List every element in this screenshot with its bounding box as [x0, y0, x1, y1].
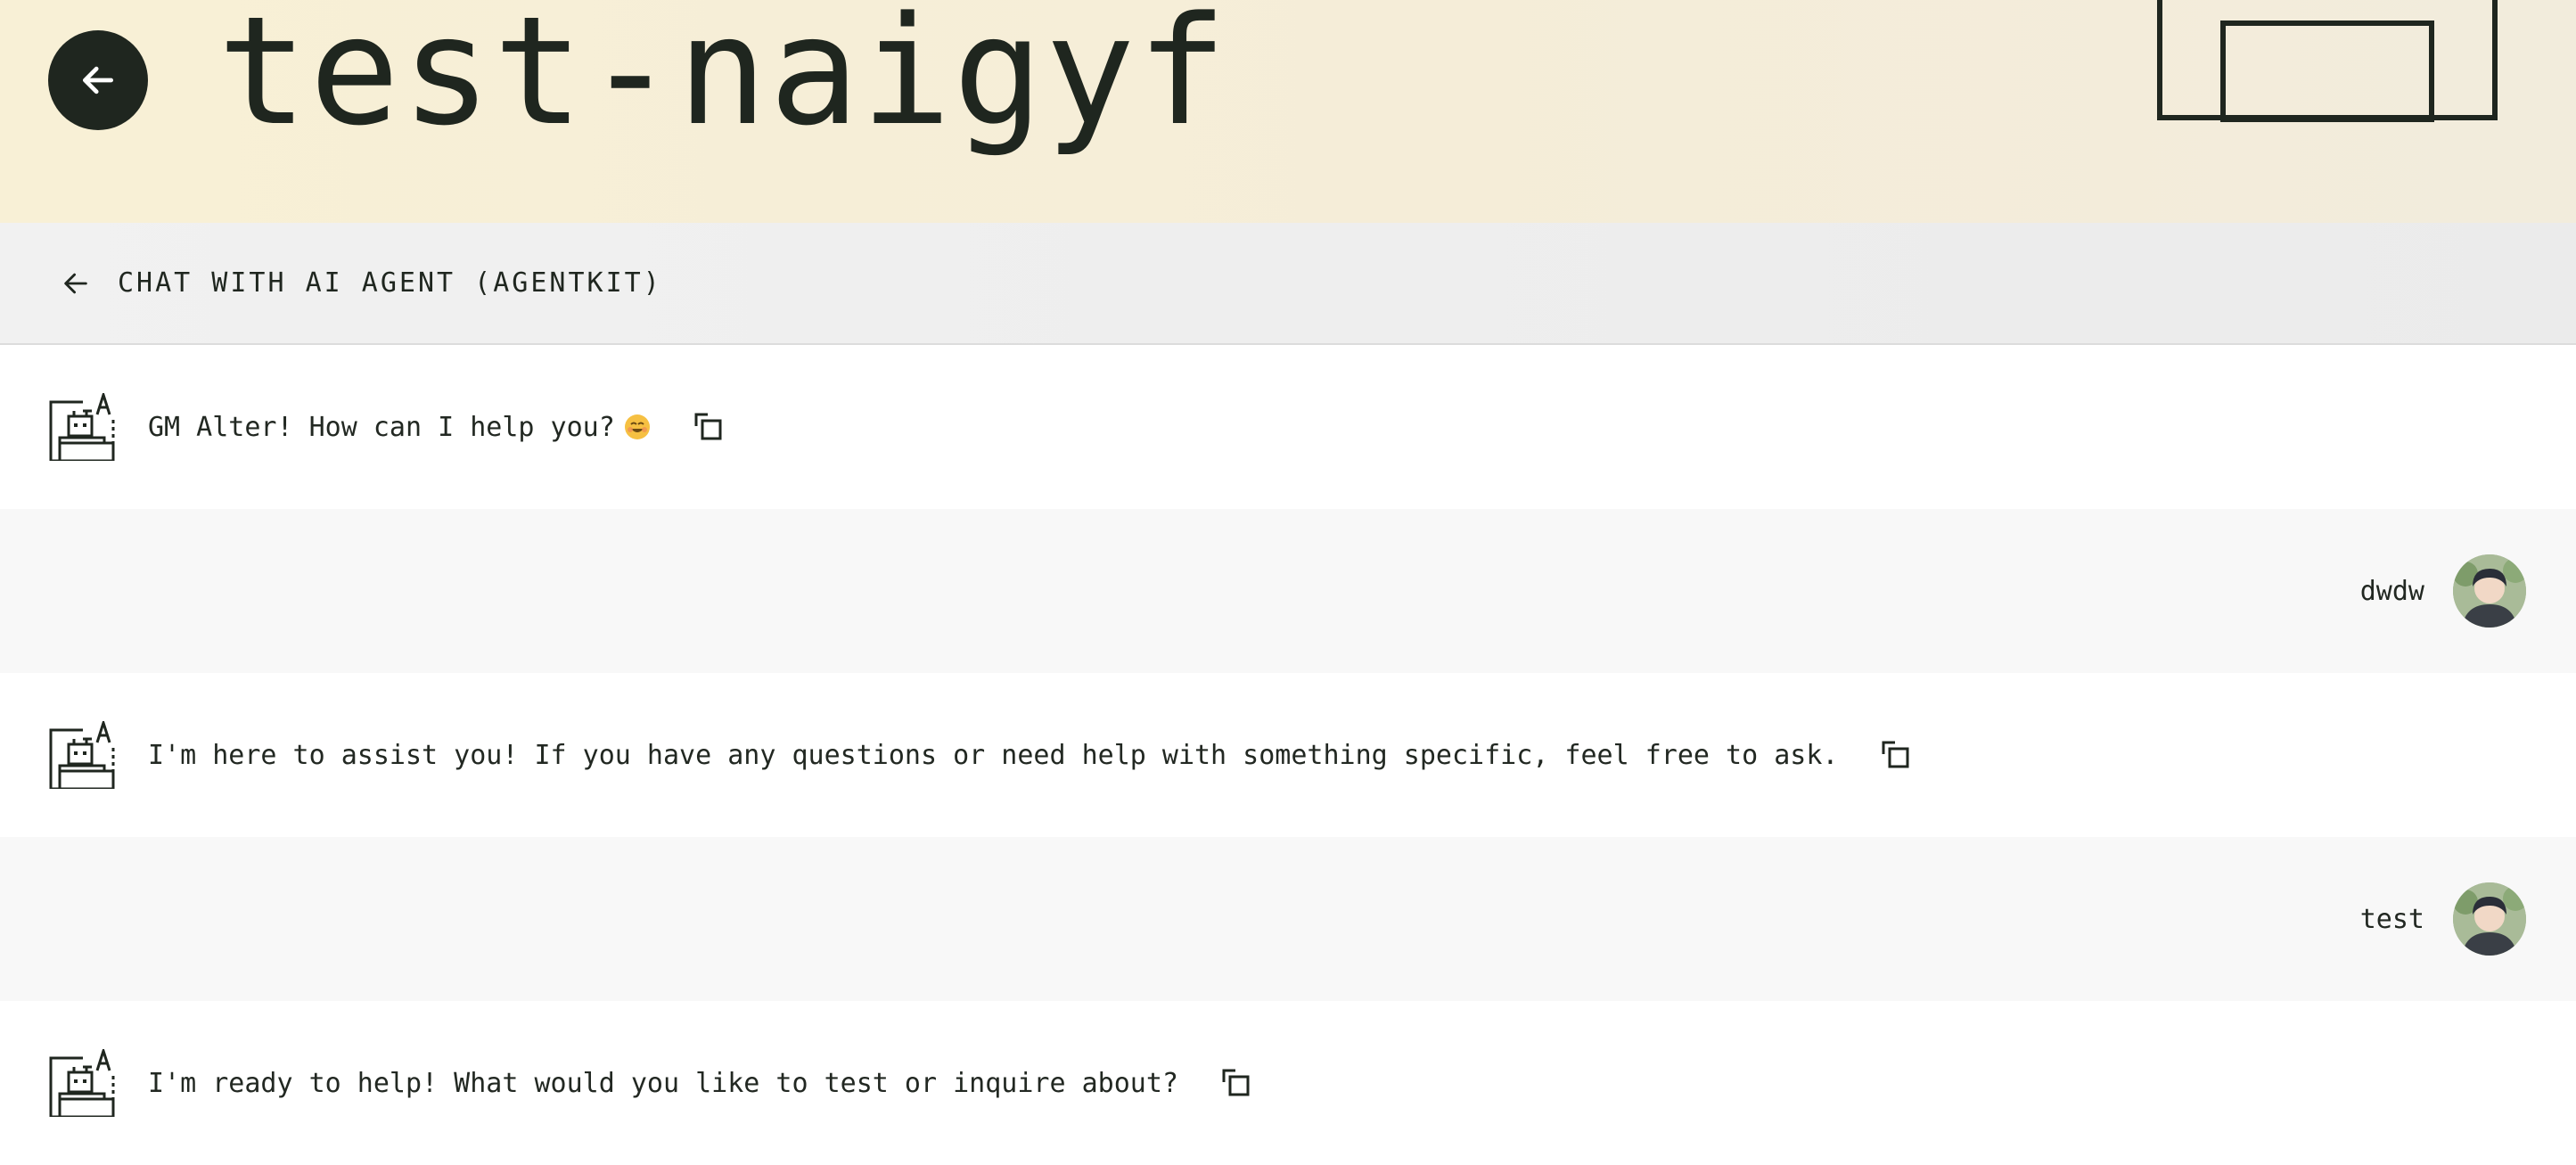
copy-icon: [1222, 1069, 1250, 1096]
user-avatar: [2453, 882, 2526, 956]
copy-button[interactable]: [1221, 1068, 1251, 1098]
user-avatar: [2453, 554, 2526, 628]
user-message-text: test: [2359, 903, 2424, 935]
back-button[interactable]: [48, 30, 148, 130]
agent-message-text: GM Alter! How can I help you?: [148, 411, 615, 443]
agent-robot-icon: [49, 393, 115, 461]
agent-message: GM Alter! How can I help you?: [0, 345, 2576, 509]
copy-button[interactable]: [693, 412, 724, 442]
arrow-left-icon: [82, 66, 114, 94]
user-message: test: [0, 837, 2576, 1001]
chat-title: CHAT WITH AI AGENT (AGENTKIT): [118, 267, 662, 299]
user-avatar-icon: [2453, 882, 2526, 956]
smiling-face-icon: [624, 414, 650, 439]
user-message-text: dwdw: [2359, 575, 2424, 607]
user-message: dwdw: [0, 509, 2576, 673]
copy-button[interactable]: [1881, 740, 1911, 770]
chat-subheader: CHAT WITH AI AGENT (AGENTKIT): [0, 223, 2576, 345]
page-header: test-naigyf: [0, 0, 2576, 223]
chat-back-button[interactable]: [61, 268, 91, 299]
agent-robot-icon: [49, 1049, 115, 1117]
agent-message: I'm here to assist you! If you have any …: [0, 673, 2576, 837]
agent-message-text: I'm here to assist you! If you have any …: [148, 739, 1839, 771]
page-title: test-naigyf: [217, 0, 1229, 159]
decorative-frame-icon: [2157, 0, 2498, 122]
copy-icon: [1882, 741, 1909, 768]
arrow-left-icon: [64, 273, 87, 293]
copy-icon: [694, 413, 722, 440]
agent-robot-icon: [49, 721, 115, 789]
user-avatar-icon: [2453, 554, 2526, 628]
agent-message-text: I'm ready to help! What would you like t…: [148, 1067, 1178, 1099]
agent-message: I'm ready to help! What would you like t…: [0, 1001, 2576, 1165]
